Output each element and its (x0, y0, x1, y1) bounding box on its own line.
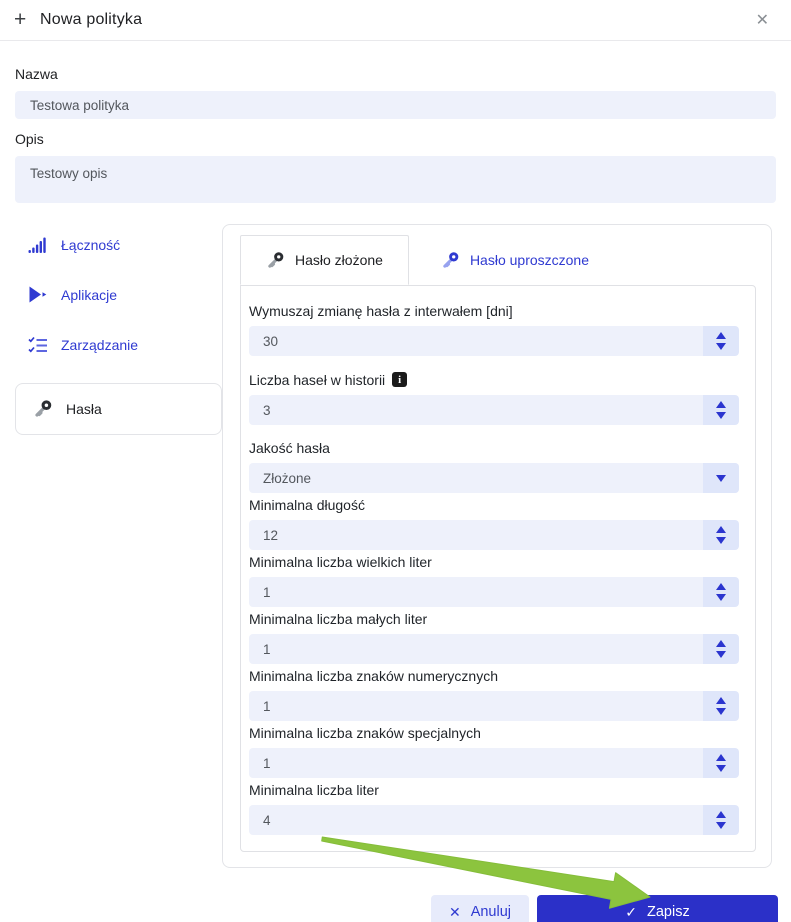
sidebar-item-zarzadzanie[interactable]: Zarządzanie (15, 333, 222, 357)
field-min-length: Minimalna długość (249, 498, 739, 550)
field-password-quality: Jakość hasła Złożone (249, 441, 739, 493)
min-letters-input[interactable] (249, 805, 739, 835)
spinner-down-icon[interactable] (716, 537, 726, 544)
sidebar-item-label: Aplikacje (61, 287, 117, 303)
field-min-lowercase: Minimalna liczba małych liter (249, 612, 739, 664)
spinner-down-icon[interactable] (716, 594, 726, 601)
spinner-up-icon[interactable] (716, 401, 726, 408)
modal-header: + Nowa polityka ✕ (0, 0, 791, 41)
password-history-count-input[interactable] (249, 395, 739, 425)
number-spinner[interactable] (703, 748, 739, 778)
spinner-up-icon[interactable] (716, 811, 726, 818)
x-icon: ✕ (449, 904, 461, 921)
spinner-up-icon[interactable] (716, 526, 726, 533)
min-uppercase-input[interactable] (249, 577, 739, 607)
field-label: Minimalna liczba znaków specjalnych (249, 726, 739, 740)
field-min-numeric: Minimalna liczba znaków numerycznych (249, 669, 739, 721)
modal-title: Nowa polityka (40, 11, 142, 29)
spinner-down-icon[interactable] (716, 412, 726, 419)
modal-footer: ✕ Anuluj ✓ Zapisz (0, 895, 778, 922)
field-label: Minimalna liczba małych liter (249, 612, 739, 626)
checklist-icon (28, 336, 50, 354)
tab-haslo-zlozone[interactable]: Hasło złożone (240, 235, 409, 285)
number-spinner[interactable] (703, 520, 739, 550)
content-row: Łączność Aplikacje (15, 224, 772, 868)
min-length-input[interactable] (249, 520, 739, 550)
password-quality-select[interactable]: Złożone (249, 463, 739, 493)
check-icon: ✓ (625, 904, 637, 921)
min-lowercase-input[interactable] (249, 634, 739, 664)
spinner-up-icon[interactable] (716, 697, 726, 704)
spinner-down-icon[interactable] (716, 343, 726, 350)
description-input[interactable]: Testowy opis (15, 156, 776, 203)
field-password-history-count: Liczba haseł w historii i (249, 372, 739, 425)
field-label: Liczba haseł w historii i (249, 372, 739, 387)
field-label: Minimalna długość (249, 498, 739, 512)
spinner-up-icon[interactable] (716, 332, 726, 339)
number-spinner[interactable] (703, 326, 739, 356)
sidebar-item-label: Łączność (61, 237, 120, 253)
spinner-down-icon[interactable] (716, 822, 726, 829)
spinner-up-icon[interactable] (716, 640, 726, 647)
info-icon[interactable]: i (392, 372, 407, 387)
select-dropdown-button[interactable] (703, 463, 739, 493)
key-icon (266, 251, 285, 269)
sidebar-item-lacznosc[interactable]: Łączność (15, 233, 222, 257)
password-change-interval-input[interactable] (249, 326, 739, 356)
number-spinner[interactable] (703, 577, 739, 607)
field-min-letters: Minimalna liczba liter (249, 783, 739, 835)
sidebar-item-label: Zarządzanie (61, 337, 138, 353)
key-icon (441, 251, 460, 269)
key-icon (33, 400, 55, 418)
spinner-up-icon[interactable] (716, 754, 726, 761)
sidebar-item-hasla[interactable]: Hasła (15, 383, 222, 435)
selected-value: Złożone (249, 471, 311, 486)
spinner-down-icon[interactable] (716, 765, 726, 772)
policy-sections-sidebar: Łączność Aplikacje (15, 224, 222, 435)
tab-haslo-uproszczone[interactable]: Hasło uproszczone (417, 235, 613, 285)
password-settings-card: Hasło złożone Hasło uproszczone Wym (222, 224, 772, 868)
number-spinner[interactable] (703, 395, 739, 425)
save-button[interactable]: ✓ Zapisz (537, 895, 778, 922)
field-label: Minimalna liczba znaków numerycznych (249, 669, 739, 683)
field-password-change-interval: Wymuszaj zmianę hasła z interwałem [dni] (249, 304, 739, 356)
sidebar-item-aplikacje[interactable]: Aplikacje (15, 283, 222, 307)
min-special-input[interactable] (249, 748, 739, 778)
complex-password-panel: Wymuszaj zmianę hasła z interwałem [dni]… (240, 285, 756, 852)
play-icon (28, 286, 50, 304)
close-icon[interactable]: ✕ (748, 6, 777, 34)
tab-label: Hasło uproszczone (470, 252, 589, 268)
number-spinner[interactable] (703, 691, 739, 721)
tab-label: Hasło złożone (295, 252, 383, 268)
sidebar-item-label: Hasła (66, 401, 102, 417)
number-spinner[interactable] (703, 805, 739, 835)
chevron-down-icon (716, 475, 726, 482)
field-min-special: Minimalna liczba znaków specjalnych (249, 726, 739, 778)
description-label: Opis (15, 131, 776, 147)
spinner-down-icon[interactable] (716, 708, 726, 715)
name-label: Nazwa (15, 66, 776, 82)
cancel-button[interactable]: ✕ Anuluj (431, 895, 529, 922)
field-label: Jakość hasła (249, 441, 739, 455)
field-min-uppercase: Minimalna liczba wielkich liter (249, 555, 739, 607)
plus-icon: + (14, 8, 40, 32)
policy-general-form: Nazwa Opis Testowy opis (0, 66, 791, 208)
number-spinner[interactable] (703, 634, 739, 664)
password-tabs: Hasło złożone Hasło uproszczone (240, 235, 771, 285)
field-label: Minimalna liczba liter (249, 783, 739, 797)
spinner-up-icon[interactable] (716, 583, 726, 590)
field-label: Wymuszaj zmianę hasła z interwałem [dni] (249, 304, 739, 318)
field-label: Minimalna liczba wielkich liter (249, 555, 739, 569)
name-input[interactable] (15, 91, 776, 119)
new-policy-modal: + Nowa polityka ✕ Nazwa Opis Testowy opi… (0, 0, 791, 922)
signal-bars-icon (28, 236, 50, 254)
spinner-down-icon[interactable] (716, 651, 726, 658)
min-numeric-input[interactable] (249, 691, 739, 721)
